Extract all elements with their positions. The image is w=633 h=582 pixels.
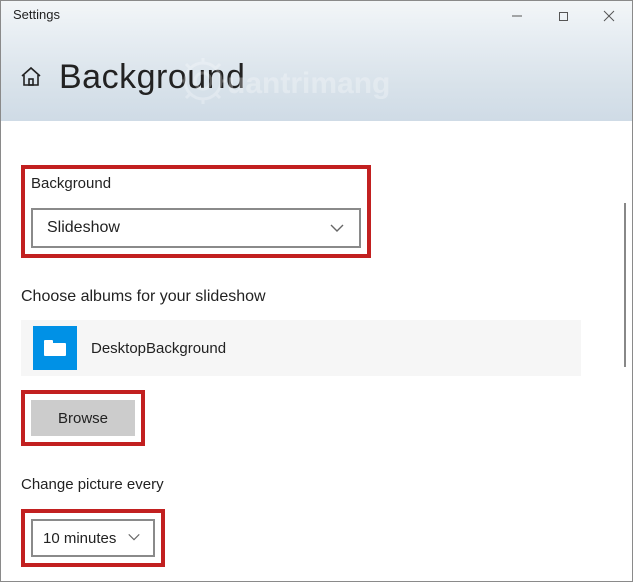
albums-label: Choose albums for your slideshow xyxy=(21,288,612,306)
window-title: Settings xyxy=(1,1,72,22)
chevron-down-icon xyxy=(127,530,143,546)
highlight-browse: Browse xyxy=(21,390,145,446)
highlight-change-dropdown: 10 minutes xyxy=(21,509,165,567)
change-picture-label: Change picture every xyxy=(21,476,612,493)
background-label: Background xyxy=(31,175,361,192)
scrollbar-thumb[interactable] xyxy=(624,203,626,367)
page-header: uantrimang Background xyxy=(1,33,632,121)
browse-button[interactable]: Browse xyxy=(31,400,135,436)
change-picture-dropdown-value: 10 minutes xyxy=(43,530,116,547)
change-picture-section: Change picture every 10 minutes xyxy=(21,476,612,567)
content-area: Background Slideshow Choose albums for y… xyxy=(1,121,632,581)
background-dropdown-value: Slideshow xyxy=(47,219,120,237)
close-button[interactable] xyxy=(586,1,632,31)
folder-icon xyxy=(33,326,77,370)
titlebar: Settings xyxy=(1,1,632,33)
change-picture-dropdown[interactable]: 10 minutes xyxy=(31,519,155,557)
settings-window: Settings uantrimang xyxy=(0,0,633,582)
albums-section: Choose albums for your slideshow Desktop… xyxy=(21,288,612,446)
minimize-button[interactable] xyxy=(494,1,540,31)
home-icon[interactable] xyxy=(19,65,43,89)
page-title: Background xyxy=(59,58,245,97)
highlight-background-section: Background Slideshow xyxy=(21,165,371,258)
chevron-down-icon xyxy=(329,220,345,236)
watermark-text: uantrimang xyxy=(227,67,390,100)
album-item[interactable]: DesktopBackground xyxy=(21,320,581,376)
background-dropdown[interactable]: Slideshow xyxy=(31,208,361,248)
maximize-button[interactable] xyxy=(540,1,586,31)
window-controls xyxy=(494,1,632,31)
album-name: DesktopBackground xyxy=(91,340,226,357)
